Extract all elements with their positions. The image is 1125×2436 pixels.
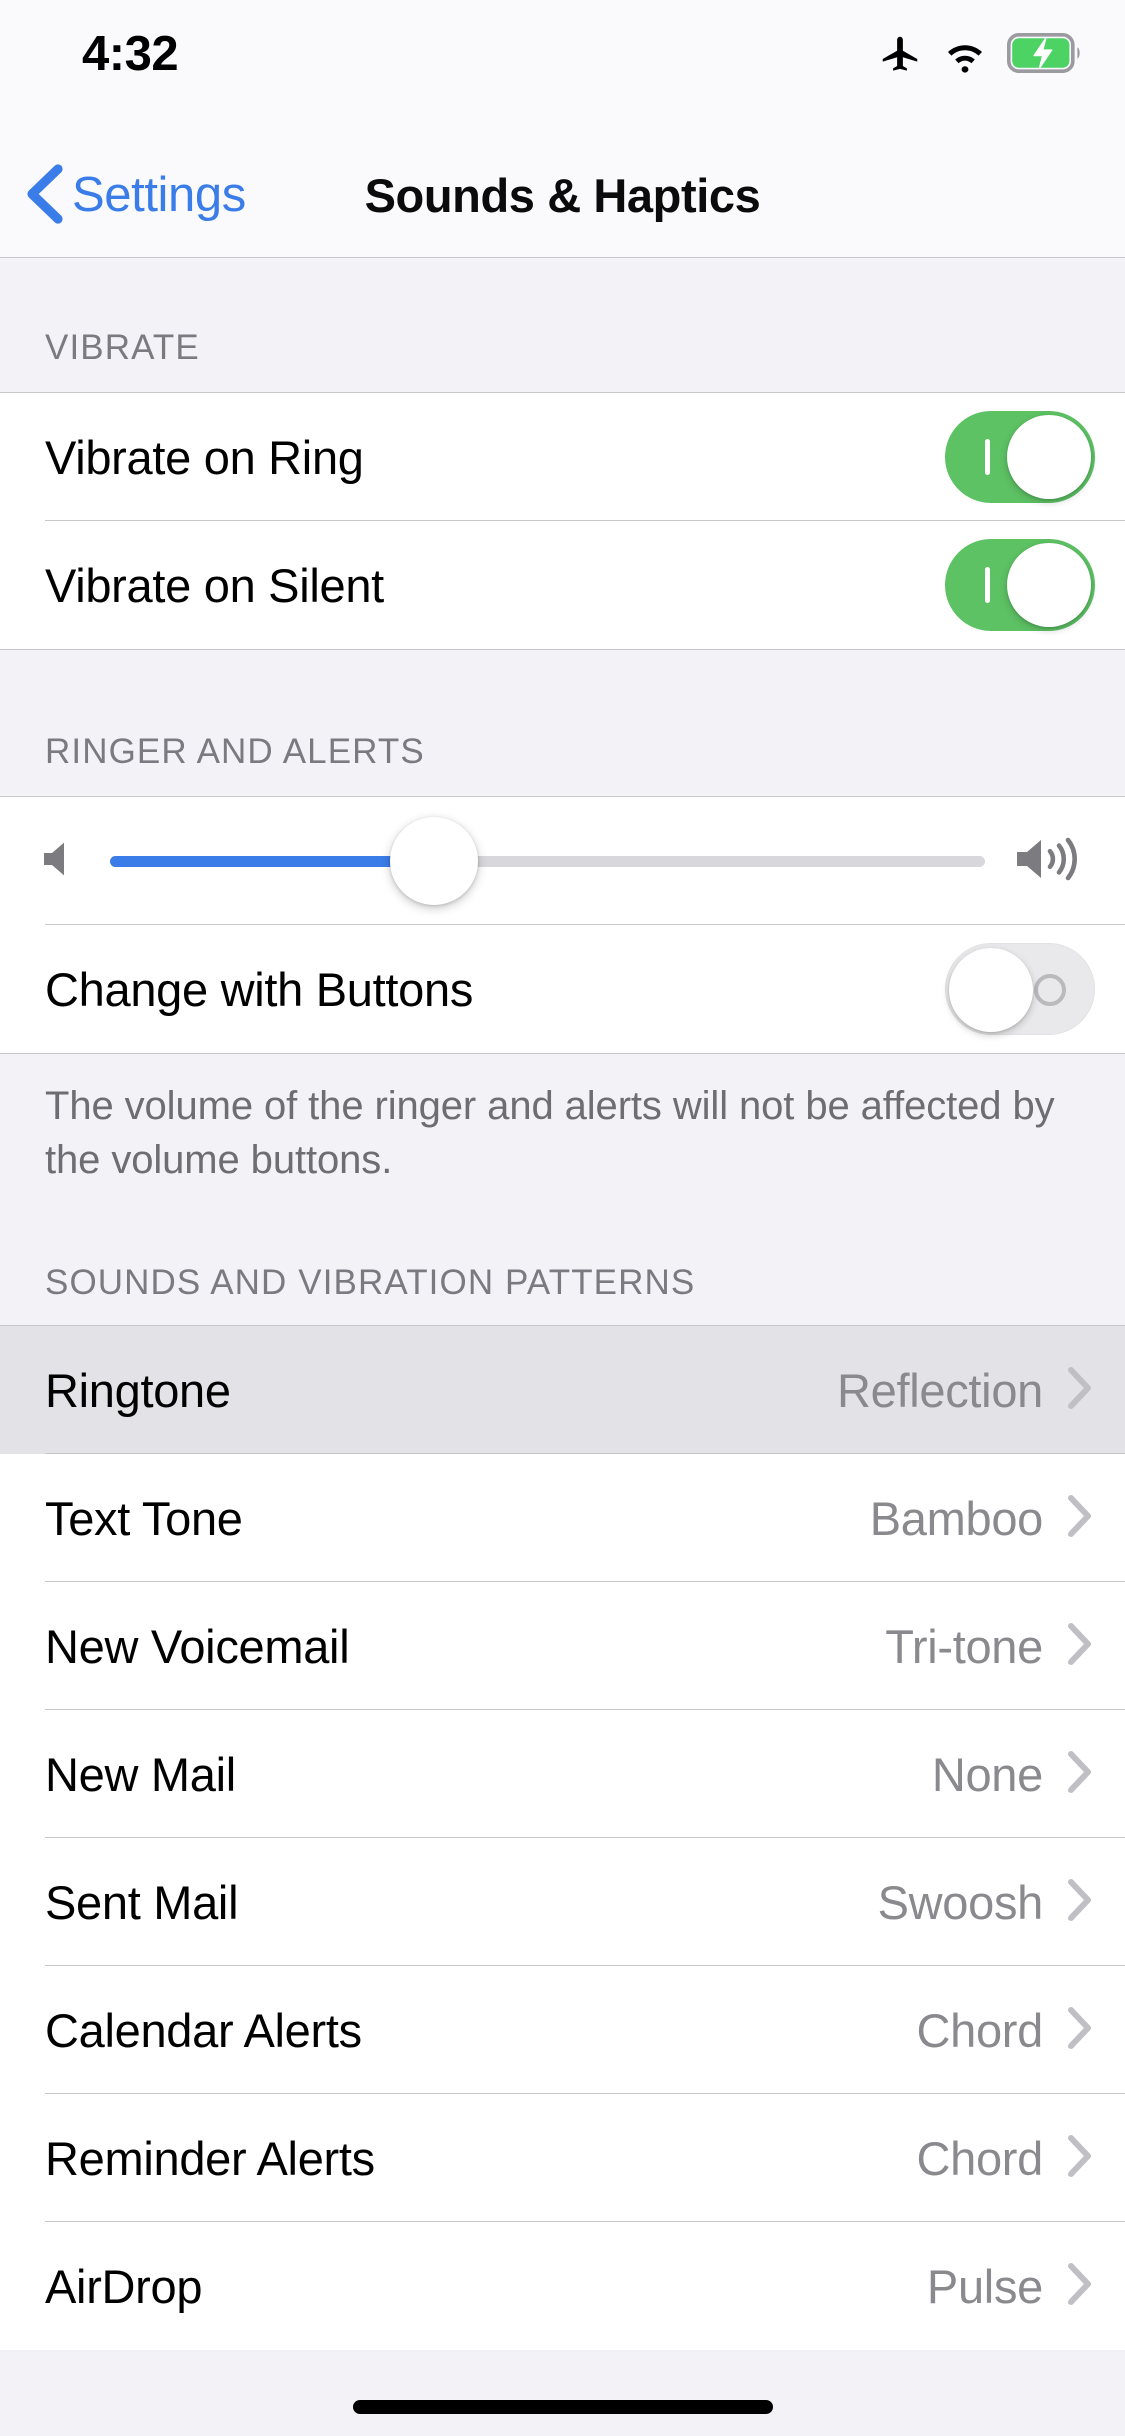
row-label: Change with Buttons [45, 962, 474, 1016]
home-indicator-bar[interactable] [352, 2400, 773, 2414]
row-label: Vibrate on Ring [45, 430, 364, 484]
status-bar-clock: 4:32 [82, 27, 179, 81]
chevron-right-icon [1065, 2132, 1095, 2185]
row-new-mail[interactable]: New Mail None [0, 1710, 1125, 1839]
chevron-right-icon [1065, 2260, 1095, 2313]
toggle-on-glyph-icon [985, 439, 990, 475]
row-label: Reminder Alerts [45, 2131, 375, 2185]
toggle-vibrate-on-silent[interactable] [945, 539, 1095, 631]
row-label: Sent Mail [45, 1875, 239, 1929]
slider-thumb[interactable] [389, 817, 478, 905]
toggle-on-glyph-icon [985, 567, 990, 603]
slider-fill [110, 855, 434, 867]
toggle-off-glyph-icon [1034, 974, 1066, 1006]
row-label: Calendar Alerts [45, 2003, 362, 2057]
row-label: Ringtone [45, 1363, 231, 1417]
chevron-right-icon [1065, 1492, 1095, 1545]
page-title: Sounds & Haptics [364, 168, 761, 222]
row-value: Chord [916, 2003, 1043, 2057]
row-sent-mail[interactable]: Sent Mail Swoosh [0, 1838, 1125, 1967]
section-header-vibrate: VIBRATE [45, 328, 200, 367]
status-bar-indicators [877, 30, 1083, 81]
airplane-mode-icon [877, 30, 923, 81]
row-change-with-buttons[interactable]: Change with Buttons [0, 925, 1125, 1053]
row-accessory [945, 943, 1095, 1035]
toggle-vibrate-on-ring[interactable] [945, 411, 1095, 503]
row-accessory: None [932, 1747, 1095, 1802]
row-accessory: Bamboo [870, 1491, 1095, 1546]
ringer-volume-slider[interactable] [110, 815, 985, 907]
row-accessory: Pulse [927, 2259, 1095, 2314]
row-accessory: Swoosh [878, 1875, 1095, 1930]
chevron-right-icon [1065, 1748, 1095, 1801]
row-label: New Voicemail [45, 1619, 350, 1673]
row-label: Vibrate on Silent [45, 558, 384, 612]
row-label: Text Tone [45, 1491, 243, 1545]
row-value: Reflection [837, 1363, 1043, 1417]
row-vibrate-on-silent[interactable]: Vibrate on Silent [0, 521, 1125, 649]
group-ringer-and-alerts: Change with Buttons [0, 796, 1125, 1054]
battery-charging-icon [1006, 32, 1083, 78]
row-accessory: Reflection [837, 1363, 1095, 1418]
row-ringer-volume[interactable] [0, 797, 1125, 925]
group-sounds-and-vibration-patterns: Ringtone Reflection Text Tone Bamboo New Voi… [0, 1325, 1125, 2351]
row-value: Pulse [926, 2259, 1043, 2313]
toggle-knob [1007, 543, 1091, 627]
row-vibrate-on-ring[interactable]: Vibrate on Ring [0, 393, 1125, 521]
phone-screen: 4:32 Settings Sounds & Haptics VIBRATE V… [0, 0, 1125, 2436]
status-bar: 4:32 [0, 0, 1125, 132]
row-accessory [945, 539, 1095, 631]
row-label: AirDrop [45, 2259, 203, 2313]
speaker-high-icon [1013, 834, 1091, 889]
row-accessory: Tri-tone [885, 1619, 1095, 1674]
row-value: Tri-tone [885, 1619, 1043, 1673]
chevron-right-icon [1065, 1364, 1095, 1417]
toggle-knob [1007, 415, 1091, 499]
row-value: Bamboo [869, 1491, 1044, 1545]
row-calendar-alerts[interactable]: Calendar Alerts Chord [0, 1966, 1125, 2095]
wifi-icon [941, 30, 989, 81]
chevron-right-icon [1065, 1620, 1095, 1673]
footer-note-ringer: The volume of the ringer and alerts will… [45, 1084, 1055, 1182]
row-ringtone[interactable]: Ringtone Reflection [0, 1326, 1125, 1455]
row-text-tone[interactable]: Text Tone Bamboo [0, 1454, 1125, 1583]
chevron-right-icon [1065, 2004, 1095, 2057]
settings-list: VIBRATE Vibrate on Ring Vibrate on Silen… [0, 258, 1125, 2436]
row-value: None [931, 1747, 1043, 1801]
section-header-ringer-and-alerts: RINGER AND ALERTS [45, 732, 425, 771]
navigation-bar: Settings Sounds & Haptics [0, 132, 1125, 258]
speaker-low-icon [38, 837, 84, 886]
section-header-sounds-and-vibration-patterns: SOUNDS AND VIBRATION PATTERNS [45, 1263, 696, 1303]
chevron-right-icon [1065, 1876, 1095, 1929]
row-value: Swoosh [877, 1875, 1044, 1929]
row-airdrop[interactable]: AirDrop Pulse [0, 2222, 1125, 2351]
toggle-change-with-buttons[interactable] [945, 943, 1095, 1035]
row-value: Chord [916, 2131, 1043, 2185]
toggle-knob [949, 948, 1033, 1032]
row-accessory: Chord [916, 2131, 1095, 2186]
row-new-voicemail[interactable]: New Voicemail Tri-tone [0, 1582, 1125, 1711]
row-accessory: Chord [916, 2003, 1095, 2058]
row-label: New Mail [45, 1747, 236, 1801]
row-reminder-alerts[interactable]: Reminder Alerts Chord [0, 2094, 1125, 2223]
group-vibrate: Vibrate on Ring Vibrate on Silent [0, 392, 1125, 650]
row-accessory [945, 411, 1095, 503]
